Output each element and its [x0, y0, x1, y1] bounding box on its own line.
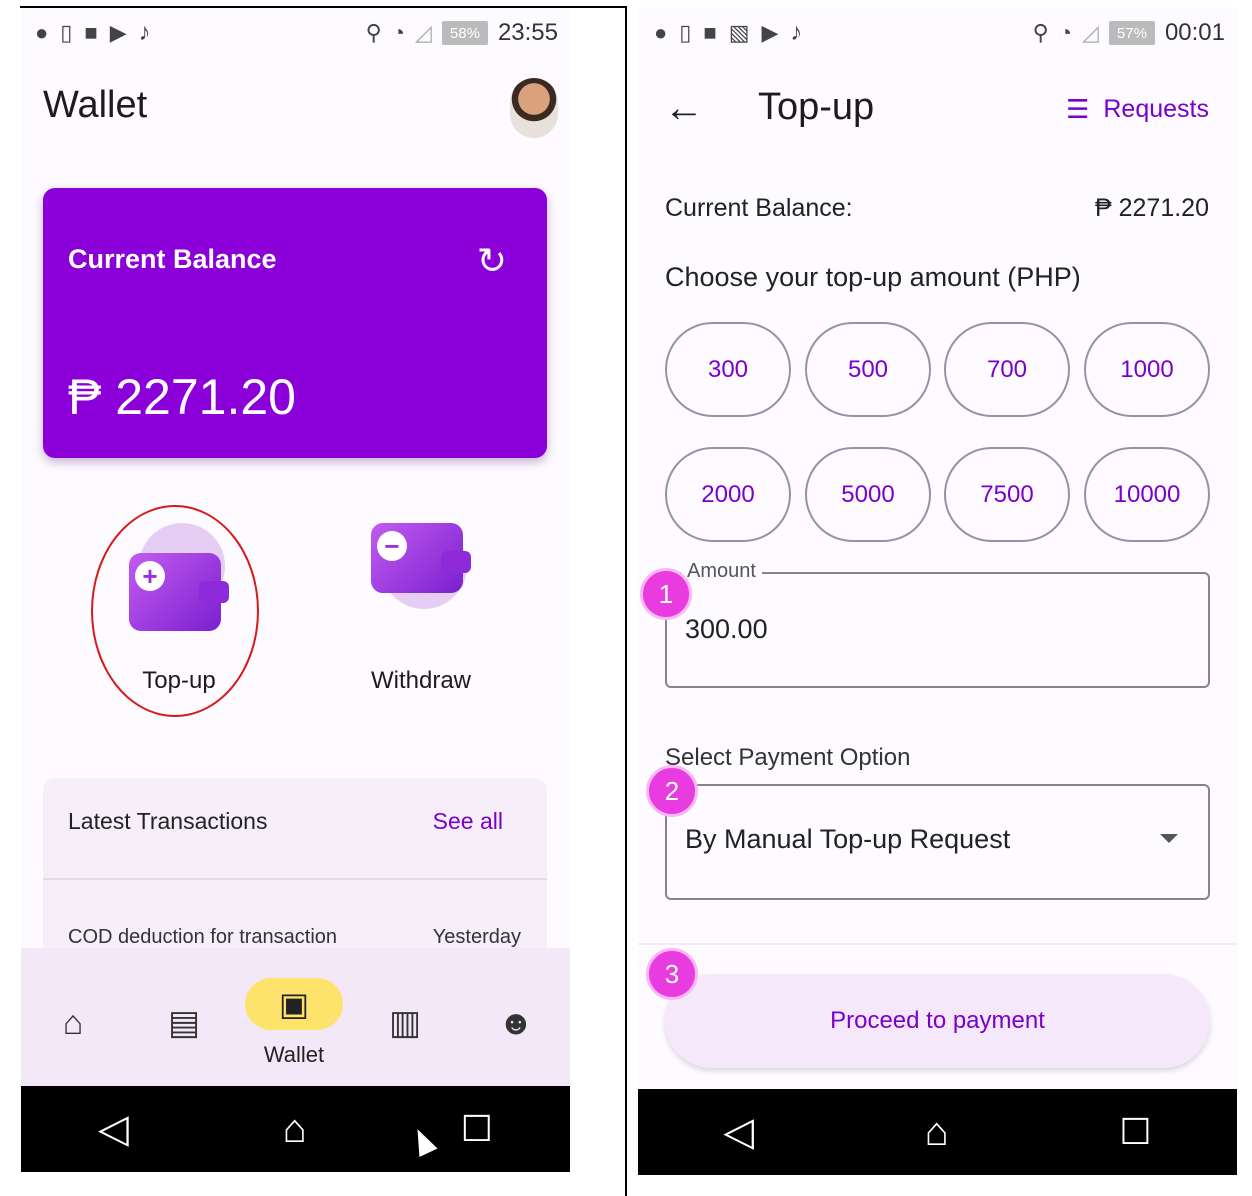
- amount-chip-700[interactable]: 700: [944, 322, 1070, 417]
- home-nav-icon[interactable]: ⌂: [925, 1110, 949, 1155]
- signal-icon: ◿: [1082, 20, 1099, 45]
- square-icon: ■: [84, 20, 98, 45]
- battery-icon: 57%: [1108, 21, 1155, 45]
- bottom-navigation: ⌂ ▤ ▣ Wallet ▥ ☻: [21, 948, 570, 1095]
- step-badge-3: 3: [646, 948, 698, 1000]
- system-navbar: ◁ ⌂ ☐: [21, 1086, 570, 1172]
- messenger-icon: ●: [654, 20, 668, 45]
- current-balance-value: ₱ 2271.20: [1095, 194, 1209, 222]
- refresh-icon[interactable]: ↻: [477, 240, 507, 282]
- balance-amount: ₱ 2271.20: [68, 369, 296, 425]
- sim-icon: ▯: [60, 20, 73, 45]
- chart-icon[interactable]: ▥: [375, 998, 435, 1048]
- avatar[interactable]: [510, 78, 558, 138]
- current-balance-label: Current Balance:: [665, 194, 853, 222]
- topup-label: Top-up: [142, 667, 216, 694]
- see-all-link[interactable]: See all: [433, 808, 503, 835]
- wallet-screen: ● ▯ ■ ▶ ♪ ⚲ ◔ ◿ 58% 23:55 Wallet Current…: [21, 8, 570, 1172]
- requests-button[interactable]: ☰ Requests: [1066, 94, 1209, 125]
- amount-value[interactable]: 300.00: [685, 614, 768, 645]
- frame-divider: [625, 6, 627, 1196]
- amount-chip-10000[interactable]: 10000: [1084, 447, 1210, 542]
- caret-down-icon[interactable]: [1160, 834, 1178, 843]
- wallet-nav-icon[interactable]: ▣: [245, 978, 343, 1030]
- location-icon: ⚲: [1032, 20, 1049, 45]
- balance-card: Current Balance ↻ ₱ 2271.20: [43, 188, 547, 458]
- sim-icon: ▯: [679, 20, 692, 45]
- topup-screen: ● ▯ ■ ▧ ▶ ♪ ⚲ ◔ ◿ 57% 00:01 ← Top-up ☰ R…: [638, 8, 1237, 1175]
- divider: [638, 943, 1237, 945]
- amount-label: Amount: [681, 560, 762, 583]
- divider: [43, 878, 547, 880]
- list-icon: ☰: [1066, 94, 1090, 124]
- wifi-icon: ◔: [1058, 20, 1073, 45]
- payment-option-selected[interactable]: By Manual Top-up Request: [685, 824, 1010, 855]
- balance-label: Current Balance: [68, 244, 277, 274]
- amount-chip-300[interactable]: 300: [665, 322, 791, 417]
- payment-option-label: Select Payment Option: [665, 744, 911, 771]
- music-icon: ♪: [790, 19, 803, 46]
- withdraw-label: Withdraw: [370, 667, 472, 694]
- amount-chip-1000[interactable]: 1000: [1084, 322, 1210, 417]
- status-time: 23:55: [497, 19, 558, 46]
- messenger-icon: ●: [35, 20, 49, 45]
- transactions-title: Latest Transactions: [68, 808, 268, 834]
- wallet-nav-label[interactable]: Wallet: [245, 1042, 343, 1068]
- withdraw-button[interactable]: − Withdraw: [361, 523, 481, 695]
- amount-chip-5000[interactable]: 5000: [805, 447, 931, 542]
- square-icon: ■: [703, 20, 717, 45]
- home-icon[interactable]: ⌂: [43, 998, 103, 1048]
- amount-input[interactable]: Amount 300.00: [665, 560, 1210, 688]
- wallet-withdraw-icon: −: [371, 523, 471, 633]
- profile-icon[interactable]: ☻: [486, 998, 546, 1048]
- transaction-description[interactable]: COD deduction for transaction: [68, 926, 337, 949]
- topup-button[interactable]: + Top-up: [119, 523, 239, 695]
- recents-nav-icon[interactable]: ☐: [461, 1108, 493, 1150]
- location-icon: ⚲: [365, 20, 382, 45]
- payment-option-dropdown[interactable]: By Manual Top-up Request: [665, 784, 1210, 900]
- youtube-icon: ▶: [109, 20, 127, 45]
- status-bar: ● ▯ ■ ▶ ♪ ⚲ ◔ ◿ 58% 23:55: [21, 8, 570, 58]
- back-arrow-icon[interactable]: ←: [664, 86, 704, 131]
- wallet-topup-icon: +: [129, 523, 229, 633]
- page-title: Top-up: [758, 86, 875, 128]
- back-nav-icon[interactable]: ◁: [723, 1109, 754, 1155]
- signal-icon: ◿: [415, 20, 432, 45]
- clipboard-icon[interactable]: ▤: [154, 998, 214, 1048]
- proceed-to-payment-button[interactable]: Proceed to payment: [665, 974, 1210, 1068]
- battery-icon: 58%: [441, 21, 488, 45]
- page-title: Wallet: [43, 84, 148, 126]
- system-navbar: ◁ ⌂ ☐: [638, 1089, 1237, 1175]
- back-nav-icon[interactable]: ◁: [98, 1106, 129, 1152]
- step-badge-1: 1: [640, 568, 692, 620]
- music-icon: ♪: [138, 19, 151, 46]
- youtube-icon: ▶: [761, 20, 779, 45]
- recents-nav-icon[interactable]: ☐: [1119, 1111, 1151, 1153]
- status-time: 00:01: [1164, 19, 1225, 46]
- requests-label: Requests: [1103, 95, 1209, 123]
- amount-chip-500[interactable]: 500: [805, 322, 931, 417]
- home-nav-icon[interactable]: ⌂: [283, 1107, 307, 1152]
- step-badge-2: 2: [646, 765, 698, 817]
- amount-chip-7500[interactable]: 7500: [944, 447, 1070, 542]
- transaction-date: Yesterday: [432, 926, 521, 948]
- choose-amount-label: Choose your top-up amount (PHP): [665, 262, 1081, 292]
- image-icon: ▧: [728, 20, 750, 45]
- status-bar: ● ▯ ■ ▧ ▶ ♪ ⚲ ◔ ◿ 57% 00:01: [638, 8, 1237, 58]
- wifi-icon: ◔: [391, 20, 406, 45]
- amount-chip-2000[interactable]: 2000: [665, 447, 791, 542]
